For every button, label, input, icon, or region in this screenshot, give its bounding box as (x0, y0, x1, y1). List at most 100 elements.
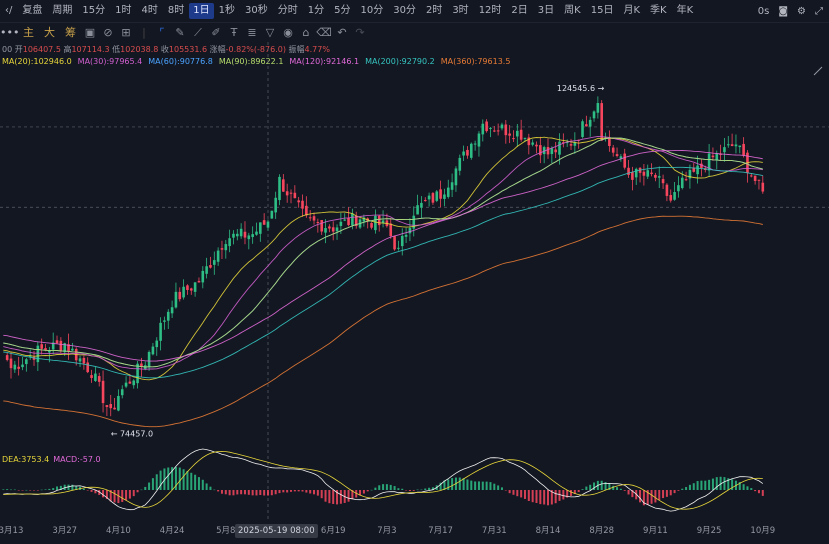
candle-body (59, 340, 63, 351)
macd-bar (378, 485, 381, 490)
macd-bar (144, 486, 147, 490)
candle-body (232, 233, 235, 238)
macd-bar (616, 487, 619, 490)
candle-body (97, 376, 101, 382)
candle-body (224, 244, 228, 251)
macd-bar (508, 490, 511, 494)
ma-line-360 (3, 215, 763, 428)
candle-body (293, 192, 297, 199)
macd-bar (677, 490, 680, 491)
candle-body (546, 147, 550, 155)
candle-body (101, 380, 105, 404)
macd-bar (447, 479, 450, 490)
candle-body (266, 221, 270, 228)
candle-body (117, 395, 120, 411)
macd-bar (290, 490, 293, 492)
candle-body (9, 358, 13, 369)
macd-bar (10, 489, 12, 491)
macd-bar (470, 480, 473, 490)
macd-bar (750, 488, 753, 490)
macd-bar (623, 490, 626, 491)
candle-body (182, 286, 185, 298)
macd-bar (224, 490, 227, 495)
macd-bar (362, 490, 365, 494)
macd-bar (554, 490, 557, 504)
candle-body (212, 260, 216, 265)
macd-bar (504, 490, 507, 491)
macd-bar (497, 485, 500, 490)
candle-body (642, 171, 646, 176)
candle-body (489, 127, 492, 129)
candle-body (726, 144, 730, 146)
candle-body (550, 148, 554, 155)
candle-body (282, 179, 285, 192)
macd-bar (205, 483, 208, 490)
macd-bar (523, 490, 526, 499)
candle-body (312, 216, 316, 221)
x-tick-label: 8月28 (589, 526, 614, 536)
candle-body (539, 145, 542, 156)
candle-body (623, 153, 627, 168)
candle-body (753, 175, 757, 181)
candle-body (519, 129, 523, 140)
macd-bar (21, 490, 24, 491)
expand-arrow-icon (813, 66, 823, 76)
macd-bar (182, 469, 185, 490)
high-annotation: 124545.6 → (557, 84, 605, 93)
candle-body (481, 123, 485, 135)
macd-bar (167, 467, 170, 490)
macd-bar (577, 490, 580, 493)
macd-bar (347, 490, 350, 502)
candle-body (113, 407, 116, 410)
candle-body (500, 124, 504, 129)
candle-body (508, 133, 511, 136)
macd-bar (140, 489, 143, 491)
macd-bar (397, 488, 400, 490)
macd-bar (401, 488, 404, 490)
candle-body (163, 320, 166, 322)
candle-body (523, 137, 527, 139)
candle-body (715, 153, 719, 161)
candle-body (592, 111, 596, 119)
macd-bar (309, 490, 312, 494)
macd-bar (366, 490, 369, 492)
macd-bar (232, 490, 235, 496)
macd-bar (86, 490, 89, 491)
macd-bar (754, 490, 757, 492)
macd-bar (297, 490, 300, 492)
candle-body (289, 192, 293, 194)
macd-bar (374, 487, 377, 490)
macd-bar (40, 489, 43, 491)
candle-body (239, 228, 243, 237)
candle-body (569, 144, 573, 146)
candle-body (749, 175, 753, 177)
candle-body (247, 235, 251, 240)
price-chart[interactable]: 124545.6 → ← 74457.0 3月13 3月27 4月10 4月24 5月8 6月… (0, 0, 829, 544)
candle-body (220, 248, 224, 250)
ma-line-200 (3, 166, 763, 379)
candle-body (684, 179, 688, 181)
candle-body (86, 362, 90, 373)
macd-bar (370, 489, 373, 491)
macd-bar (627, 490, 630, 495)
macd-bar (493, 483, 496, 490)
macd-bar (339, 490, 342, 504)
candle-body (251, 234, 254, 238)
candle-body (627, 167, 630, 175)
ma-line-120 (3, 150, 763, 362)
candle-body (427, 195, 431, 200)
candle-body (477, 133, 481, 147)
macd-bar (236, 490, 239, 495)
macd-bar (516, 490, 519, 497)
candle-body (25, 359, 28, 365)
macd-bar (151, 478, 154, 490)
candle-body (665, 184, 669, 196)
candle-body (305, 205, 308, 216)
macd-dea-line (3, 450, 763, 510)
macd-bar (259, 490, 262, 496)
x-tick-label: 9月11 (643, 526, 668, 536)
candle-body (94, 373, 97, 381)
candle-body (634, 168, 638, 178)
candle-body (331, 227, 335, 232)
x-tick-label: 7月17 (428, 526, 453, 536)
